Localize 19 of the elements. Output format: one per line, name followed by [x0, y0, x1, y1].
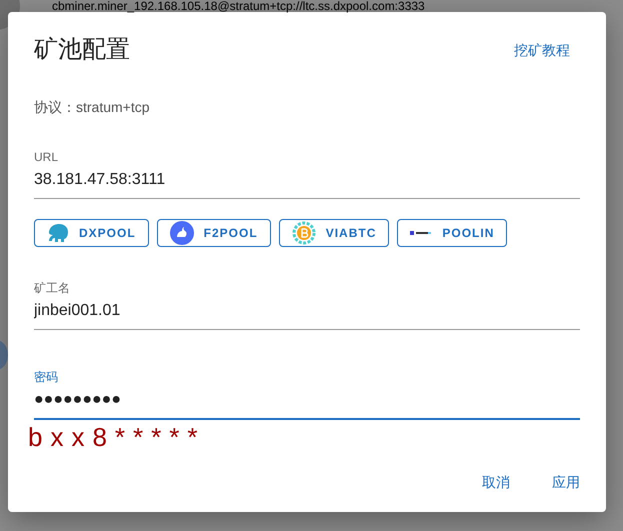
pool-button[interactable]: POOLIN	[397, 218, 508, 247]
field-label: 密码	[34, 368, 59, 386]
fish-logo-icon	[170, 220, 194, 245]
background-text: cbminer.miner_192.168.105.18@stratum+tcp://ltc.ss.dxpool.com:3333	[52, 0, 425, 12]
password-hint: bxx8*****	[28, 424, 207, 450]
tutorial-link[interactable]: 挖矿教程	[514, 40, 570, 61]
protocol-label: 协议：stratum+tcp	[34, 98, 151, 117]
dialog-button[interactable]: 取消	[482, 468, 510, 497]
dialog-title: 矿池配置	[34, 36, 130, 65]
pool-button[interactable]: F2POOL	[156, 218, 271, 247]
dialog-button[interactable]: 应用	[552, 468, 580, 497]
input-field[interactable]: ●●●●●●●●●	[34, 386, 580, 420]
pool-button[interactable]: DXPOOL	[34, 218, 149, 247]
bitcoin-icon	[292, 220, 316, 245]
elephant-icon	[47, 222, 69, 243]
field-label: 矿工名	[34, 280, 71, 297]
pool-button[interactable]: VIABTC	[278, 218, 390, 247]
field-label: URL	[34, 148, 60, 166]
input-field[interactable]: 38.181.47.58:3111	[34, 166, 580, 199]
